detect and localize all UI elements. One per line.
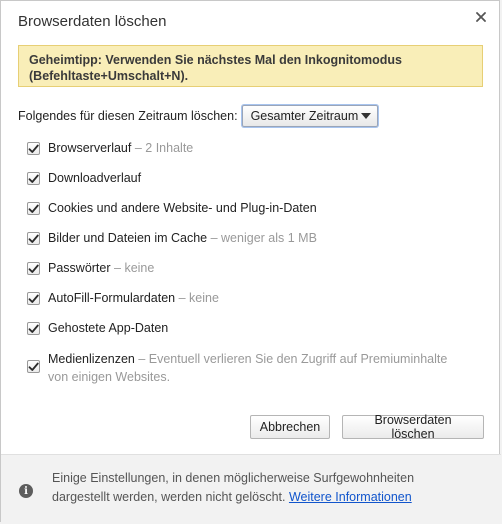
- checkbox[interactable]: [27, 142, 40, 155]
- option-label: Downloadverlauf: [48, 171, 142, 185]
- option-label: Browserverlauf: [48, 141, 132, 155]
- clear-browsing-data-dialog: Browserdaten löschen Geheimtipp: Verwend…: [0, 0, 501, 522]
- checkbox[interactable]: [27, 292, 40, 305]
- option-autofill[interactable]: AutoFill-Formulardaten – keine: [27, 290, 468, 307]
- time-range-select[interactable]: Gesamter Zeitraum: [241, 105, 378, 127]
- checkbox[interactable]: [27, 360, 40, 373]
- option-browsing-history[interactable]: Browserverlauf – 2 Inhalte: [27, 140, 468, 157]
- checkbox[interactable]: [27, 262, 40, 275]
- footer-text-block: Einige Einstellungen, in denen möglicher…: [52, 469, 472, 507]
- option-label: Gehostete App-Daten: [48, 321, 169, 335]
- info-icon: i: [19, 484, 33, 498]
- checkmark-icon: [28, 204, 39, 213]
- option-label: AutoFill-Formulardaten: [48, 291, 176, 305]
- close-button[interactable]: [473, 9, 489, 25]
- option-detail: – keine: [114, 261, 155, 275]
- learn-more-link[interactable]: Weitere Informationen: [289, 490, 412, 504]
- clear-data-button[interactable]: Browserdaten löschen: [342, 413, 484, 441]
- time-range-label: Folgendes für diesen Zeitraum löschen:: [18, 109, 238, 123]
- checkmark-icon: [28, 234, 39, 243]
- checkmark-icon: [28, 144, 39, 153]
- time-range-value: Gesamter Zeitraum: [250, 109, 359, 123]
- dialog-title: Browserdaten löschen: [18, 13, 167, 30]
- option-passwords[interactable]: Passwörter – keine: [27, 260, 468, 277]
- incognito-tip-banner: Geheimtipp: Verwenden Sie nächstes Mal d…: [18, 45, 483, 87]
- option-detail: – keine: [178, 291, 219, 305]
- chevron-down-icon: [360, 113, 371, 119]
- checkmark-icon: [28, 264, 39, 273]
- time-range-row: Folgendes für diesen Zeitraum löschen: G…: [18, 105, 378, 127]
- checkmark-icon: [28, 324, 39, 333]
- option-label: Passwörter: [48, 261, 111, 275]
- option-detail: – weniger als 1 MB: [210, 231, 317, 245]
- footer-notice: i Einige Einstellungen, in denen möglich…: [1, 454, 501, 522]
- checkbox[interactable]: [27, 322, 40, 335]
- option-label: Medienlizenzen: [48, 352, 135, 366]
- checkmark-icon: [28, 294, 39, 303]
- option-media-licenses[interactable]: Medienlizenzen – Eventuell verlieren Sie…: [27, 350, 468, 386]
- option-download-history[interactable]: Downloadverlauf: [27, 170, 468, 187]
- option-hosted-app-data[interactable]: Gehostete App-Daten: [27, 320, 468, 337]
- option-detail: – 2 Inhalte: [134, 141, 194, 155]
- checkbox[interactable]: [27, 172, 40, 185]
- checkbox[interactable]: [27, 202, 40, 215]
- checkmark-icon: [28, 362, 39, 371]
- cancel-button[interactable]: Abbrechen: [250, 415, 330, 439]
- option-label: Bilder und Dateien im Cache: [48, 231, 208, 245]
- option-label: Cookies und andere Website- und Plug-in-…: [48, 201, 317, 215]
- checkbox[interactable]: [27, 232, 40, 245]
- option-cookies[interactable]: Cookies und andere Website- und Plug-in-…: [27, 200, 468, 217]
- checkmark-icon: [28, 174, 39, 183]
- option-cache[interactable]: Bilder und Dateien im Cache – weniger al…: [27, 230, 468, 247]
- close-icon: [476, 12, 486, 22]
